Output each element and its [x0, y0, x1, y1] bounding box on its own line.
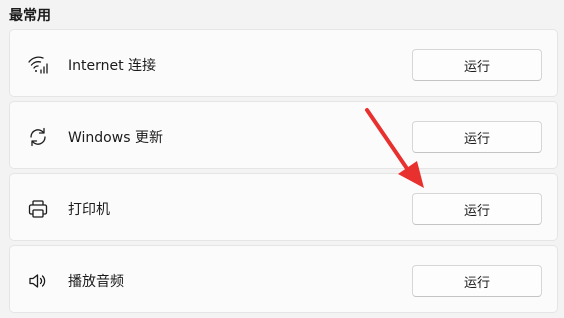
troubleshooter-list: Internet 连接 运行 Windows 更新 运行 打印机 运行 播放音频…: [9, 29, 558, 317]
list-item-printer: 打印机 运行: [9, 173, 558, 241]
run-button-internet[interactable]: 运行: [412, 49, 542, 81]
wifi-signal-icon: [27, 54, 49, 76]
refresh-sync-icon: [27, 126, 49, 148]
item-label: Internet 连接: [68, 58, 157, 74]
speaker-volume-icon: [27, 270, 49, 292]
item-label: 播放音频: [68, 274, 124, 290]
item-label: 打印机: [68, 202, 110, 218]
list-item-internet: Internet 连接 运行: [9, 29, 558, 97]
section-title: 最常用: [9, 8, 51, 24]
run-button-audio[interactable]: 运行: [412, 265, 542, 297]
item-label: Windows 更新: [68, 130, 163, 146]
printer-icon: [27, 198, 49, 220]
troubleshooter-page: 最常用 Internet 连接 运行 Windows 更新 运行 打印机 运行 …: [0, 0, 564, 318]
list-item-windows-update: Windows 更新 运行: [9, 101, 558, 169]
run-button-windows-update[interactable]: 运行: [412, 121, 542, 153]
list-item-audio: 播放音频 运行: [9, 245, 558, 313]
run-button-printer[interactable]: 运行: [412, 193, 542, 225]
